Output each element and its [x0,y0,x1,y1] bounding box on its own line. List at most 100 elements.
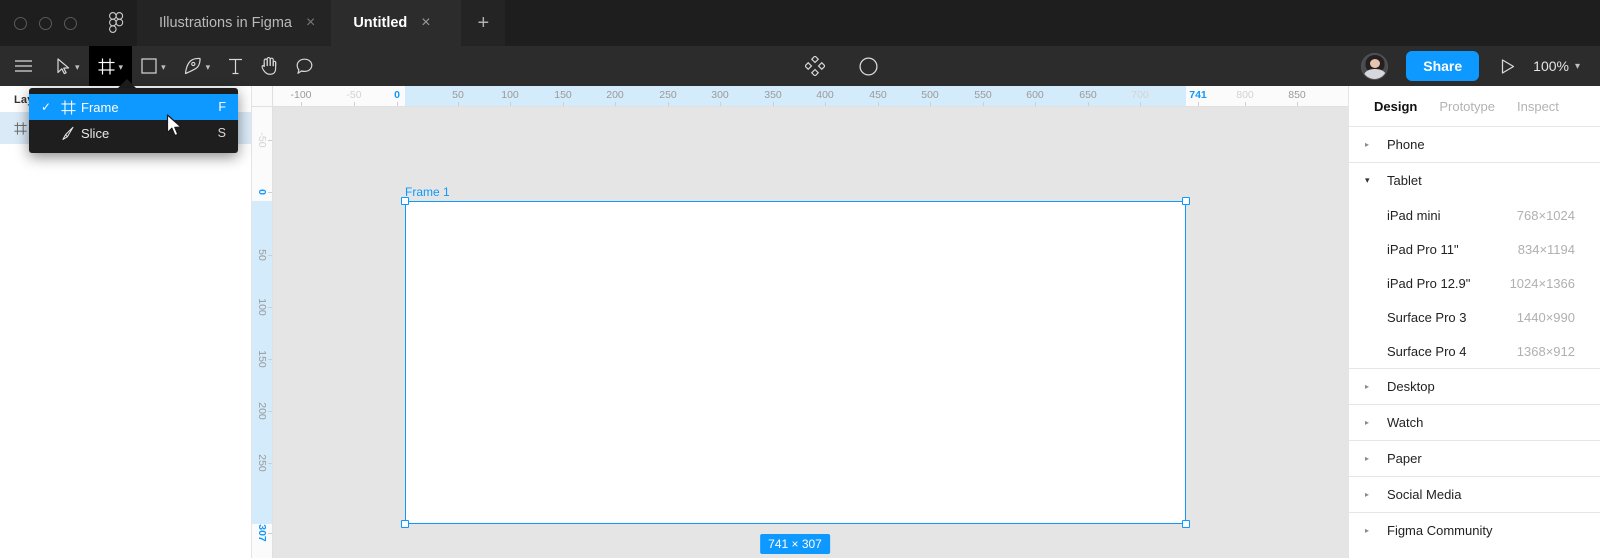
avatar[interactable] [1361,52,1389,80]
frame-tool-dropdown-menu[interactable]: ✓ Frame F Slice S [29,88,238,153]
device-group-paper[interactable]: ▸ Paper [1349,441,1600,476]
device-group-watch[interactable]: ▸ Watch [1349,405,1600,440]
figma-logo-icon[interactable] [95,0,137,46]
contrast-icon [859,56,878,76]
ruler-h-mark [983,102,984,106]
comment-tool-button[interactable] [287,46,322,86]
ruler-v-tick: 307 [256,524,268,542]
canvas[interactable]: Frame 1 741 × 307 -100 -50 0 50 100 150 200 250… [252,86,1348,558]
resize-handle-br[interactable] [1182,520,1190,528]
device-group-label: Desktop [1387,379,1435,394]
maximize-window-icon[interactable] [64,16,77,30]
chevron-right-icon[interactable]: ▸ [1365,418,1374,427]
device-name: iPad Pro 12.9" [1387,275,1471,291]
window-controls [0,0,95,46]
main-menu-button[interactable] [0,46,47,86]
move-tool-button[interactable]: ▾ [47,46,89,86]
slice-icon [55,126,81,141]
ruler-h-tick: 0 [394,89,400,101]
device-name: Surface Pro 3 [1387,309,1467,325]
main-toolbar: ▾ ▾ ▾ ▾ Share 100% ▾ [0,46,1600,86]
chevron-down-icon[interactable]: ▾ [75,62,80,72]
chevron-right-icon[interactable]: ▸ [1365,526,1374,535]
components-icon [805,56,826,76]
ruler-corner [252,86,273,107]
resize-handle-bl[interactable] [401,520,409,528]
hamburger-icon [15,60,32,72]
present-button[interactable] [1491,58,1525,74]
ruler-v-tick: 50 [256,249,268,261]
layers-panel: Layers [0,86,252,558]
chevron-right-icon[interactable]: ▸ [1365,490,1374,499]
pen-tool-button[interactable]: ▾ [175,46,220,86]
tab-illustrations-in-figma[interactable]: Illustrations in Figma × [137,0,332,46]
ruler-v-mark [268,463,272,464]
tab-untitled[interactable]: Untitled × [331,0,462,46]
tab-design[interactable]: Design [1374,99,1417,114]
chevron-right-icon[interactable]: ▸ [1365,454,1374,463]
chevron-down-icon[interactable]: ▾ [206,62,211,72]
ruler-h-mark [878,102,879,106]
device-row[interactable]: iPad Pro 12.9" 1024×1366 [1349,266,1600,300]
device-size: 1024×1366 [1509,275,1575,291]
ruler-h-mark [397,102,398,106]
tab-prototype[interactable]: Prototype [1439,99,1495,114]
new-tab-button[interactable]: + [461,0,506,46]
tab-close-icon[interactable]: × [306,15,315,31]
frame-name-label[interactable]: Frame 1 [405,185,450,199]
device-group-desktop[interactable]: ▸ Desktop [1349,369,1600,404]
resize-handle-tl[interactable] [401,197,409,205]
ruler-h-tick: 450 [869,89,887,101]
ruler-h-tick: 300 [711,89,729,101]
ruler-h-mark [1140,102,1141,106]
device-group-label: Tablet [1387,173,1422,188]
design-panel: Design Prototype Inspect ▸ Phone ▾ Tablet iP… [1348,86,1600,558]
horizontal-ruler[interactable]: -100 -50 0 50 100 150 200 250 300 350 400 450 500 550… [252,86,1348,107]
ruler-h-mark [720,102,721,106]
ruler-v-mark [268,140,272,141]
device-row[interactable]: Surface Pro 4 1368×912 [1349,334,1600,368]
menu-item-frame[interactable]: ✓ Frame F [29,94,238,120]
chevron-down-icon[interactable]: ▾ [1575,61,1580,72]
device-group-phone[interactable]: ▸ Phone [1349,127,1600,162]
device-group-social-media[interactable]: ▸ Social Media [1349,477,1600,512]
shape-tool-button[interactable]: ▾ [132,46,175,86]
ruler-h-tick: 500 [921,89,939,101]
frame-icon [14,121,27,135]
chevron-down-icon[interactable]: ▾ [161,62,166,72]
tab-inspect[interactable]: Inspect [1517,99,1559,114]
ruler-h-mark [773,102,774,106]
chevron-right-icon[interactable]: ▸ [1365,140,1374,149]
share-button[interactable]: Share [1406,51,1480,81]
device-group-figma-community[interactable]: ▸ Figma Community [1349,513,1600,548]
text-tool-button[interactable] [219,46,252,86]
play-icon [1502,58,1515,74]
menu-item-slice[interactable]: Slice S [29,120,238,146]
components-button[interactable] [796,46,834,86]
chevron-down-icon[interactable]: ▾ [119,62,124,72]
ruler-h-mark [563,102,564,106]
ruler-h-mark [458,102,459,106]
vertical-ruler[interactable]: -50 0 50 100 150 200 250 307 [252,107,273,558]
window-tab-bar: Illustrations in Figma × Untitled × + [0,0,1600,46]
resize-handle-tr[interactable] [1182,197,1190,205]
chevron-down-icon[interactable]: ▾ [1365,175,1374,186]
cursor-icon [57,57,70,74]
close-window-icon[interactable] [14,16,27,30]
hand-tool-button[interactable] [252,46,287,86]
zoom-control[interactable]: 100% ▾ [1525,58,1600,74]
frame-1[interactable] [405,201,1186,524]
device-group-tablet[interactable]: ▾ Tablet [1349,163,1600,198]
contrast-button[interactable] [850,46,887,86]
device-row[interactable]: iPad Pro 11" 834×1194 [1349,232,1600,266]
tab-bar-filler [505,0,1600,46]
minimize-window-icon[interactable] [39,16,52,30]
ruler-h-tick: 550 [974,89,992,101]
chevron-right-icon[interactable]: ▸ [1365,382,1374,391]
tab-close-icon[interactable]: × [421,15,430,31]
device-row[interactable]: Surface Pro 3 1440×990 [1349,300,1600,334]
device-row[interactable]: iPad mini 768×1024 [1349,198,1600,232]
ruler-v-tick: 0 [256,189,268,195]
ruler-h-tick: 650 [1079,89,1097,101]
figma-app-window: Illustrations in Figma × Untitled × + ▾ … [0,0,1600,558]
